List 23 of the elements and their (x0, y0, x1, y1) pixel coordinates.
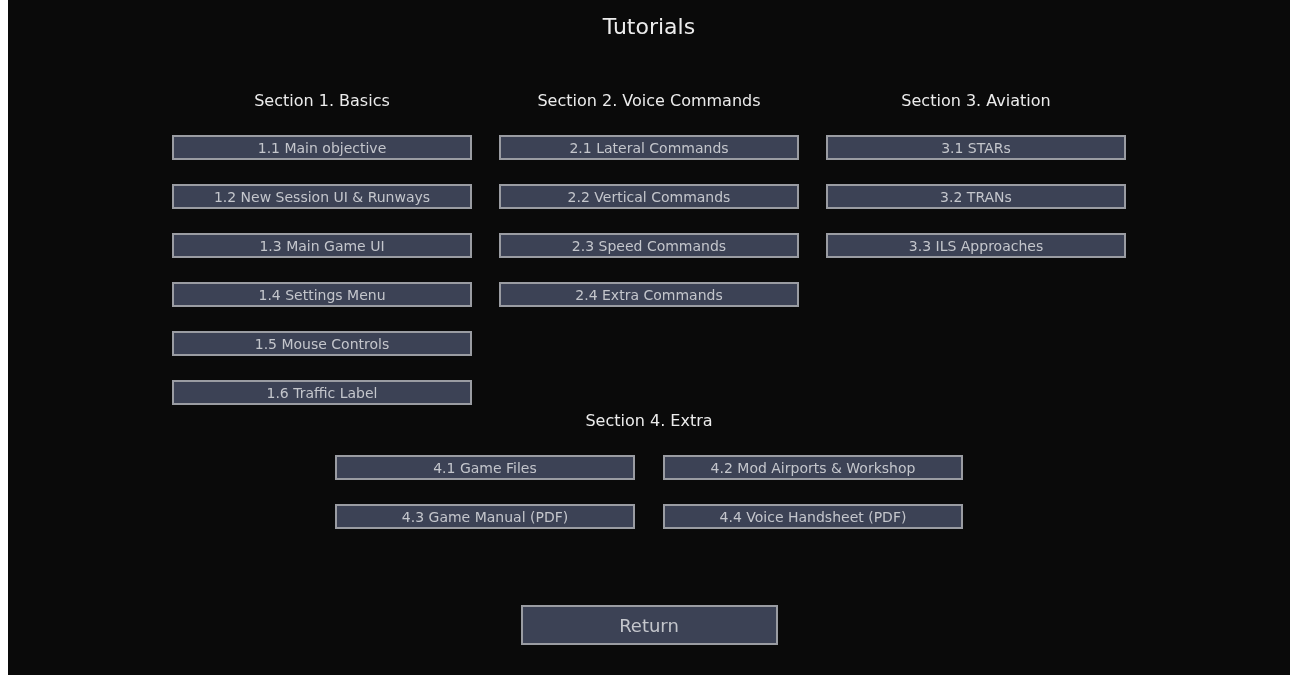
tutorial-button[interactable]: 4.3 Game Manual (PDF) (335, 504, 635, 529)
tutorial-button[interactable]: 1.6 Traffic Label (172, 380, 472, 405)
section-heading: Section 1. Basics (253, 91, 391, 112)
tutorial-button[interactable]: 2.3 Speed Commands (499, 233, 799, 258)
tutorial-button[interactable]: 3.2 TRANs (826, 184, 1126, 209)
tutorial-button[interactable]: 1.3 Main Game UI (172, 233, 472, 258)
screen-title: Tutorials (601, 13, 697, 41)
tutorial-button[interactable]: 1.4 Settings Menu (172, 282, 472, 307)
tutorial-button[interactable]: 3.3 ILS Approaches (826, 233, 1126, 258)
section-heading: Section 4. Extra (584, 411, 714, 432)
tutorial-button[interactable]: 2.1 Lateral Commands (499, 135, 799, 160)
tutorial-button[interactable]: 4.4 Voice Handsheet (PDF) (663, 504, 963, 529)
return-button[interactable]: Return (520, 605, 778, 645)
tutorial-button[interactable]: 2.4 Extra Commands (499, 282, 799, 307)
tutorial-button[interactable]: 1.2 New Session UI & Runways (172, 184, 472, 209)
section-heading: Section 3. Aviation (900, 91, 1052, 112)
tutorial-button[interactable]: 1.5 Mouse Controls (172, 331, 472, 356)
tutorial-button[interactable]: 2.2 Vertical Commands (499, 184, 799, 209)
tutorial-button[interactable]: 4.1 Game Files (335, 455, 635, 480)
section-heading: Section 2. Voice Commands (536, 91, 762, 112)
tutorial-button[interactable]: 3.1 STARs (826, 135, 1126, 160)
tutorial-button[interactable]: 4.2 Mod Airports & Workshop (663, 455, 963, 480)
tutorial-button[interactable]: 1.1 Main objective (172, 135, 472, 160)
